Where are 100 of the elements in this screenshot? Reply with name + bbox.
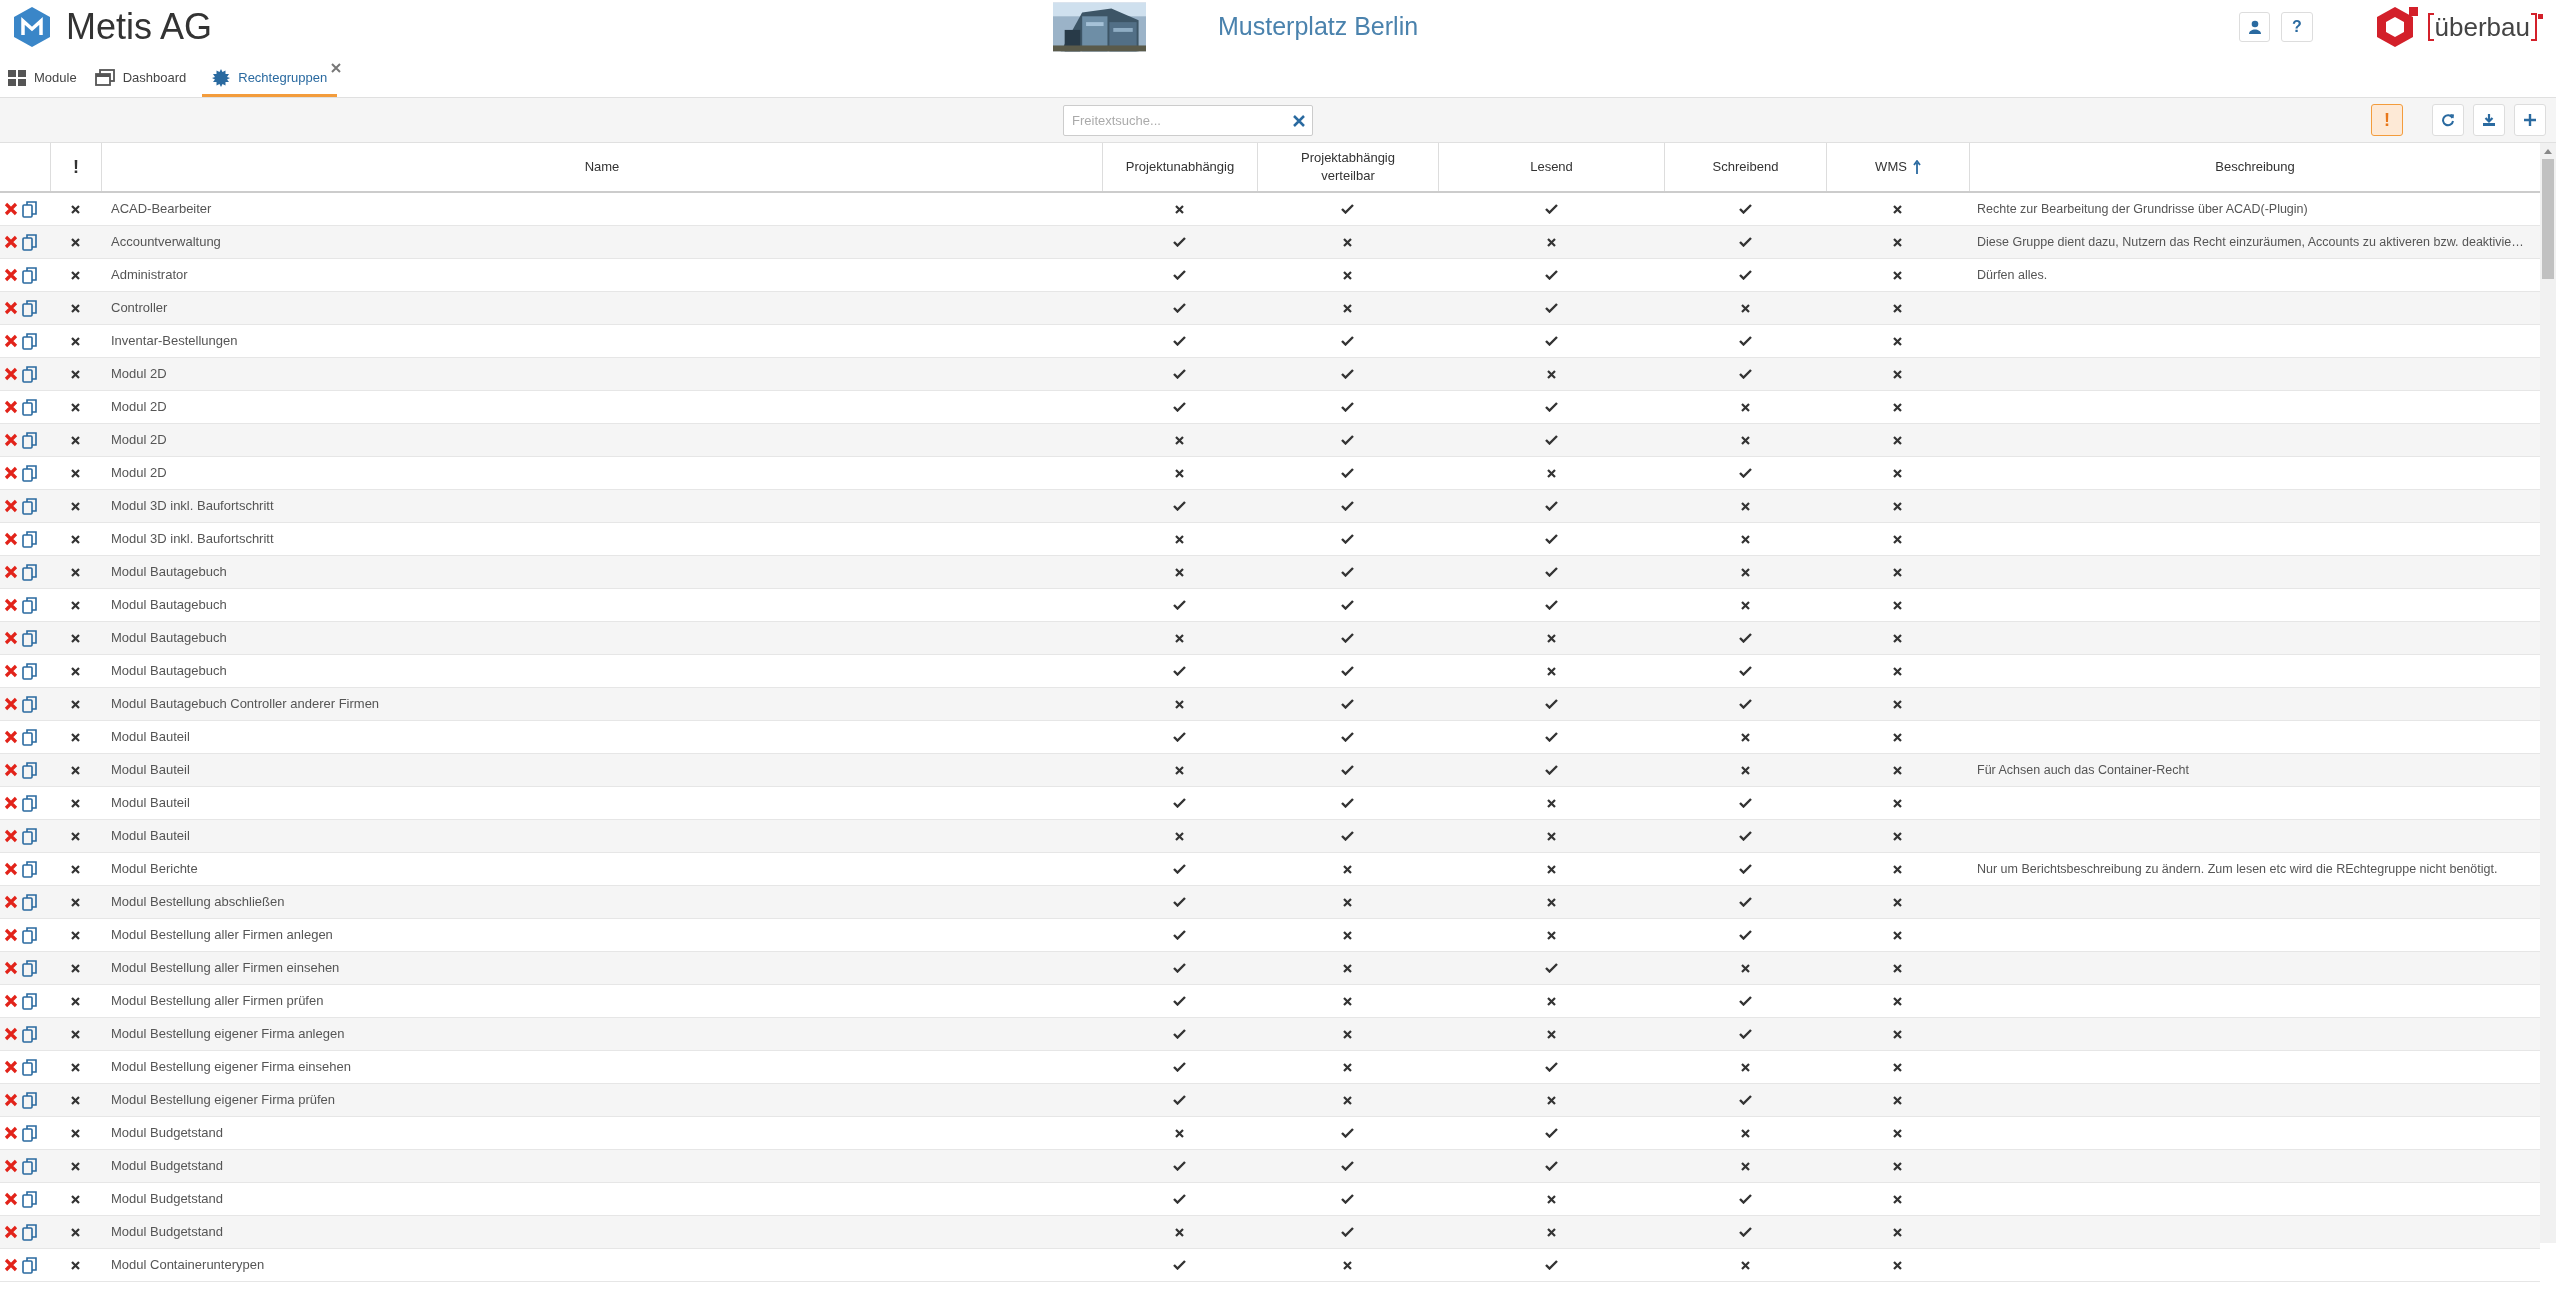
copy-button[interactable] (22, 365, 37, 383)
close-icon[interactable] (331, 63, 342, 73)
delete-button[interactable] (4, 961, 18, 975)
column-header[interactable]: Lesend (1438, 143, 1664, 191)
group-name: Modul Bestellung aller Firmen anlegen (111, 927, 333, 943)
description-text: Rechte zur Bearbeitung der Grundrisse über ACAD(-Plugin) (1977, 201, 2308, 216)
copy-button[interactable] (22, 827, 37, 845)
delete-button[interactable] (4, 433, 18, 447)
delete-button[interactable] (4, 1159, 18, 1173)
scroll-up-icon[interactable] (2543, 147, 2553, 155)
help-button[interactable]: ? (2281, 12, 2313, 42)
group-name: Modul Bautagebuch (111, 564, 227, 580)
column-header[interactable]: Schreibend (1664, 143, 1826, 191)
delete-button[interactable] (4, 532, 18, 546)
copy-button[interactable] (22, 299, 37, 317)
delete-button[interactable] (4, 1027, 18, 1041)
copy-button[interactable] (22, 1256, 37, 1274)
delete-button[interactable] (4, 1192, 18, 1206)
copy-button[interactable] (22, 431, 37, 449)
copy-button[interactable] (22, 893, 37, 911)
group-name: Modul Bauteil (111, 762, 190, 778)
delete-button[interactable] (4, 1093, 18, 1107)
column-header[interactable]: Projektunabhängig (1102, 143, 1257, 191)
copy-button[interactable] (22, 200, 37, 218)
scrollbar[interactable] (2540, 143, 2556, 1243)
group-name: Modul Budgetstand (111, 1158, 224, 1174)
group-name: Controller (111, 300, 168, 316)
copy-button[interactable] (22, 398, 37, 416)
copy-button[interactable] (22, 860, 37, 878)
copy-button[interactable] (22, 761, 37, 779)
copy-button[interactable] (22, 1190, 37, 1208)
delete-button[interactable] (4, 664, 18, 678)
copy-button[interactable] (22, 662, 37, 680)
scrollbar-thumb[interactable] (2542, 159, 2554, 279)
copy-button[interactable] (22, 629, 37, 647)
delete-button[interactable] (4, 565, 18, 579)
delete-button[interactable] (4, 763, 18, 777)
delete-button[interactable] (4, 301, 18, 315)
delete-button[interactable] (4, 1258, 18, 1272)
copy-button[interactable] (22, 1025, 37, 1043)
add-button[interactable] (2514, 104, 2546, 136)
delete-button[interactable] (4, 268, 18, 282)
copy-button[interactable] (22, 530, 37, 548)
column-header[interactable]: WMS (1826, 143, 1969, 191)
copy-button[interactable] (22, 959, 37, 977)
group-name: Modul Bautagebuch Controller anderer Firmen (111, 696, 380, 712)
group-name: Inventar-Bestellungen (111, 333, 238, 349)
delete-button[interactable] (4, 994, 18, 1008)
group-name: Modul Bestellung eigener Firma anlegen (111, 1026, 345, 1042)
copy-button[interactable] (22, 464, 37, 482)
copy-button[interactable] (22, 497, 37, 515)
download-button[interactable] (2473, 104, 2505, 136)
copy-button[interactable] (22, 266, 37, 284)
copy-button[interactable] (22, 1157, 37, 1175)
copy-button[interactable] (22, 563, 37, 581)
delete-button[interactable] (4, 1126, 18, 1140)
delete-button[interactable] (4, 598, 18, 612)
copy-button[interactable] (22, 1124, 37, 1142)
copy-button[interactable] (22, 596, 37, 614)
copy-button[interactable] (22, 233, 37, 251)
column-header[interactable]: ! (50, 143, 101, 191)
windows-icon (94, 69, 115, 86)
user-button[interactable] (2239, 12, 2271, 42)
copy-button[interactable] (22, 926, 37, 944)
brand-logo: überbau (2426, 12, 2544, 42)
copy-button[interactable] (22, 728, 37, 746)
delete-button[interactable] (4, 862, 18, 876)
search-field[interactable]: Freitextsuche... (1063, 104, 1313, 136)
delete-button[interactable] (4, 631, 18, 645)
delete-button[interactable] (4, 1225, 18, 1239)
copy-button[interactable] (22, 1091, 37, 1109)
copy-button[interactable] (22, 794, 37, 812)
delete-button[interactable] (4, 367, 18, 381)
delete-button[interactable] (4, 334, 18, 348)
column-header[interactable]: Name (101, 143, 1102, 191)
delete-button[interactable] (4, 829, 18, 843)
delete-button[interactable] (4, 400, 18, 414)
copy-button[interactable] (22, 1223, 37, 1241)
description-text: Dürfen alles. (1977, 267, 2048, 282)
copy-button[interactable] (22, 992, 37, 1010)
delete-button[interactable] (4, 202, 18, 216)
delete-button[interactable] (4, 466, 18, 480)
delete-button[interactable] (4, 796, 18, 810)
delete-button[interactable] (4, 730, 18, 744)
delete-button[interactable] (4, 928, 18, 942)
tab[interactable]: Module (6, 61, 79, 97)
copy-button[interactable] (22, 332, 37, 350)
delete-button[interactable] (4, 1060, 18, 1074)
delete-button[interactable] (4, 235, 18, 249)
refresh-button[interactable] (2432, 104, 2464, 136)
copy-button[interactable] (22, 1058, 37, 1076)
description-text: Für Achsen auch das Container-Recht (1977, 762, 2189, 777)
delete-button[interactable] (4, 697, 18, 711)
clear-icon[interactable] (1293, 114, 1305, 127)
tab[interactable]: Dashboard (92, 61, 189, 97)
group-name: Modul Budgetstand (111, 1191, 224, 1207)
column-header[interactable]: Projektabhängig verteilbar (1257, 143, 1438, 191)
delete-button[interactable] (4, 499, 18, 513)
copy-button[interactable] (22, 695, 37, 713)
delete-button[interactable] (4, 895, 18, 909)
